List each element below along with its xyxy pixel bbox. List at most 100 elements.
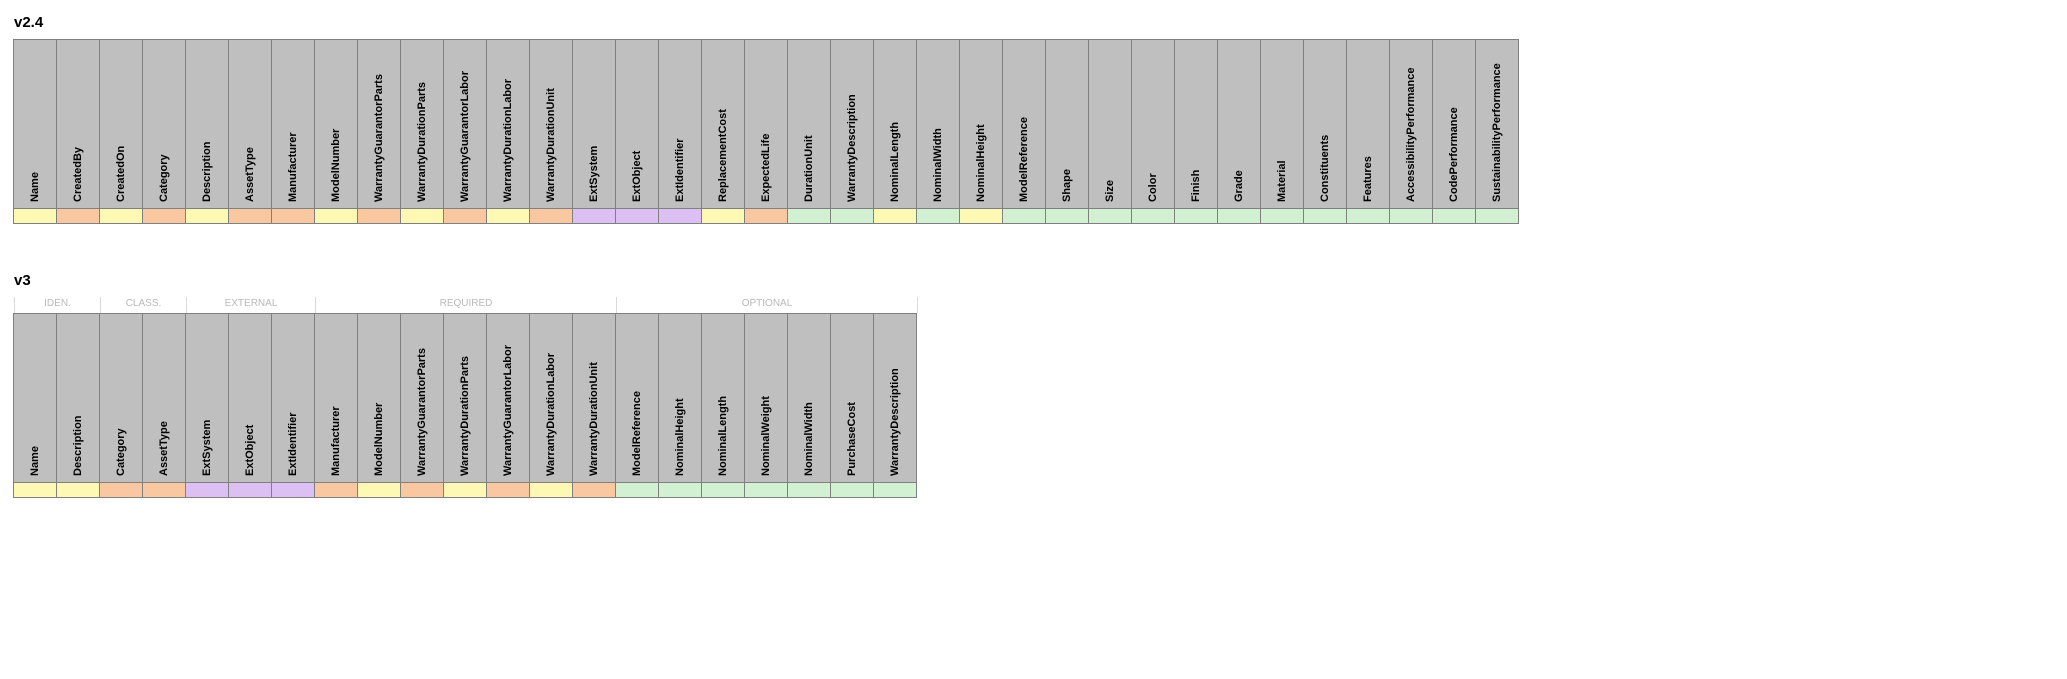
column-header: ExtIdentifier xyxy=(271,313,315,483)
body-cell xyxy=(873,482,917,498)
body-cell xyxy=(615,482,659,498)
column-header-label: AssetType xyxy=(158,421,170,476)
body-cell xyxy=(787,208,831,224)
column-header: ExtSystem xyxy=(185,313,229,483)
body-cell xyxy=(357,482,401,498)
column-header-label: Manufacturer xyxy=(287,132,299,202)
column-header: AssetType xyxy=(228,39,272,209)
body-cell xyxy=(443,208,487,224)
column-header: Grade xyxy=(1217,39,1261,209)
column-header: NominalLength xyxy=(873,39,917,209)
body-cell xyxy=(400,482,444,498)
column-header: NominalHeight xyxy=(658,313,702,483)
column-header: ExtSystem xyxy=(572,39,616,209)
body-cell xyxy=(744,482,788,498)
column-header-label: WarrantyDurationUnit xyxy=(545,88,557,202)
section-v24: v2.4 Name CreatedBy CreatedOn Category Descri… xyxy=(12,14,2055,224)
body-cell xyxy=(486,482,530,498)
column-header: Name xyxy=(13,39,57,209)
column-header-label: CreatedOn xyxy=(115,146,127,202)
column-header-label: Name xyxy=(29,172,41,202)
column-table: Name CreatedBy CreatedOn Category Descriptio… xyxy=(12,39,2055,224)
body-cell xyxy=(314,482,358,498)
column-header-label: ExtSystem xyxy=(588,146,600,202)
body-cell xyxy=(959,208,1003,224)
body-cell xyxy=(658,482,702,498)
body-cell xyxy=(787,482,831,498)
body-cell xyxy=(1475,208,1519,224)
section-title: v2.4 xyxy=(14,14,2055,31)
body-cell xyxy=(99,482,143,498)
column-header-label: WarrantyDurationParts xyxy=(459,356,471,476)
column-header: Manufacturer xyxy=(271,39,315,209)
column-header-label: Size xyxy=(1104,180,1116,202)
column-header: NominalLength xyxy=(701,313,745,483)
column-header: AccessibilityPerformance xyxy=(1389,39,1433,209)
header-row: NameDescriptionCategoryAssetTypeExtSyste… xyxy=(14,313,2055,483)
column-header: Shape xyxy=(1045,39,1089,209)
column-header-label: ExpectedLife xyxy=(760,134,772,202)
body-cell xyxy=(1002,208,1046,224)
column-header: ModelReference xyxy=(1002,39,1046,209)
column-header-label: Finish xyxy=(1190,170,1202,202)
column-table: NameDescriptionCategoryAssetTypeExtSyste… xyxy=(12,313,2055,498)
column-header-label: WarrantyGuarantorLabor xyxy=(459,71,471,202)
column-header: WarrantyGuarantorLabor xyxy=(443,39,487,209)
column-header: WarrantyDurationParts xyxy=(443,313,487,483)
column-header-label: ExtObject xyxy=(631,151,643,202)
column-header: WarrantyDescription xyxy=(830,39,874,209)
body-cell xyxy=(830,482,874,498)
column-header-label: WarrantyGuarantorParts xyxy=(416,348,428,476)
column-header: ExtIdentifier xyxy=(658,39,702,209)
column-header-label: WarrantyDescription xyxy=(846,94,858,202)
column-header: Name xyxy=(13,313,57,483)
body-cell xyxy=(1217,208,1261,224)
section-v3: v3IDEN.CLASS.EXTERNALREQUIREDOPTIONALNam… xyxy=(12,272,2055,498)
body-cell xyxy=(99,208,143,224)
column-header: NominalWeight xyxy=(744,313,788,483)
column-header: WarrantyGuarantorParts xyxy=(357,39,401,209)
body-cell xyxy=(529,208,573,224)
column-header-label: CreatedBy xyxy=(72,147,84,202)
group-header: EXTERNAL xyxy=(186,297,316,313)
column-header-label: Manufacturer xyxy=(330,406,342,476)
column-header-label: WarrantyGuarantorParts xyxy=(373,74,385,202)
column-header-label: SustainabilityPerformance xyxy=(1491,63,1503,202)
column-header-label: Description xyxy=(201,141,213,202)
column-header: Manufacturer xyxy=(314,313,358,483)
body-cell xyxy=(314,208,358,224)
body-cell xyxy=(142,482,186,498)
column-header-label: NominalWeight xyxy=(760,396,772,476)
page: v2.4 Name CreatedBy CreatedOn Category Descri… xyxy=(0,0,2067,576)
column-header-label: Name xyxy=(29,446,41,476)
column-header: Category xyxy=(99,313,143,483)
column-header-label: WarrantyDescription xyxy=(889,368,901,476)
body-cell xyxy=(572,208,616,224)
column-header: CreatedOn xyxy=(99,39,143,209)
column-header-label: NominalLength xyxy=(889,122,901,202)
column-header: DurationUnit xyxy=(787,39,831,209)
column-header-label: Material xyxy=(1276,160,1288,202)
column-header-label: ReplacementCost xyxy=(717,109,729,202)
column-header-label: NominalHeight xyxy=(674,398,686,476)
group-header: REQUIRED xyxy=(315,297,617,313)
section-title: v3 xyxy=(14,272,2055,289)
body-cell xyxy=(1303,208,1347,224)
body-cell xyxy=(1260,208,1304,224)
group-header: CLASS. xyxy=(100,297,187,313)
column-header-label: PurchaseCost xyxy=(846,402,858,476)
column-header-label: Color xyxy=(1147,173,1159,202)
body-cell xyxy=(56,208,100,224)
column-header: NominalWidth xyxy=(787,313,831,483)
column-header-label: WarrantyGuarantorLabor xyxy=(502,345,514,476)
column-header: ModelReference xyxy=(615,313,659,483)
column-header: WarrantyDurationUnit xyxy=(529,39,573,209)
column-header: NominalWidth xyxy=(916,39,960,209)
body-cell xyxy=(185,482,229,498)
column-header: WarrantyDescription xyxy=(873,313,917,483)
group-header: IDEN. xyxy=(14,297,101,313)
body-cell xyxy=(13,208,57,224)
column-header-label: Category xyxy=(158,154,170,202)
body-cell xyxy=(228,482,272,498)
column-header-label: Constituents xyxy=(1319,135,1331,202)
